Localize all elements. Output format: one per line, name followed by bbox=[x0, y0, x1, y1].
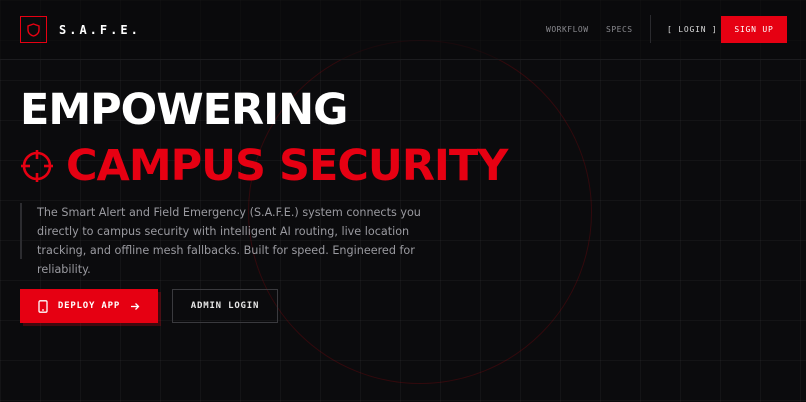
hero-title-line2-row: CAMPUS SECURITY bbox=[20, 141, 508, 191]
brand-logo[interactable]: S.A.F.E. bbox=[20, 16, 141, 43]
brand-name: S.A.F.E. bbox=[59, 22, 141, 37]
signup-button[interactable]: SIGN UP bbox=[721, 16, 787, 43]
phone-icon bbox=[38, 299, 48, 313]
hero-title-line1: EMPOWERING bbox=[20, 85, 348, 135]
nav-link-workflow[interactable]: WORKFLOW bbox=[546, 25, 589, 34]
nav-divider bbox=[650, 15, 651, 43]
nav-link-specs[interactable]: SPECS bbox=[606, 25, 633, 34]
hero-title-line2: CAMPUS SECURITY bbox=[66, 141, 508, 191]
deploy-app-button[interactable]: DEPLOY APP bbox=[20, 289, 158, 323]
grid-background bbox=[0, 0, 806, 402]
deploy-app-label: DEPLOY APP bbox=[57, 301, 121, 311]
hero-description-block: The Smart Alert and Field Emergency (S.A… bbox=[20, 203, 440, 276]
arrow-right-icon bbox=[131, 302, 140, 310]
hero-description: The Smart Alert and Field Emergency (S.A… bbox=[37, 206, 421, 276]
crosshair-icon bbox=[21, 150, 53, 182]
shield-icon bbox=[20, 16, 47, 43]
login-link[interactable]: [ LOGIN ] bbox=[667, 25, 718, 34]
top-nav: S.A.F.E. WORKFLOW SPECS [ LOGIN ] SIGN U… bbox=[0, 0, 806, 60]
admin-login-button[interactable]: ADMIN LOGIN bbox=[172, 289, 278, 323]
